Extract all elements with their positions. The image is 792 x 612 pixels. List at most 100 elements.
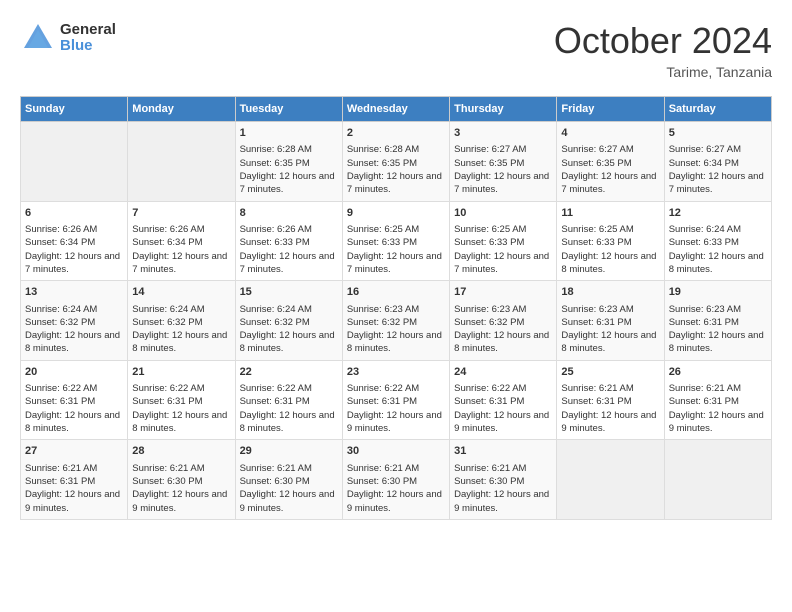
- day-info: Sunset: 6:32 PM: [347, 316, 445, 329]
- day-info: Daylight: 12 hours and 7 minutes.: [561, 170, 659, 197]
- day-info: Daylight: 12 hours and 7 minutes.: [454, 250, 552, 277]
- day-number: 27: [25, 444, 123, 459]
- day-info: Sunset: 6:31 PM: [132, 395, 230, 408]
- day-info: Sunrise: 6:23 AM: [669, 303, 767, 316]
- day-info: Daylight: 12 hours and 9 minutes.: [454, 488, 552, 515]
- day-info: Daylight: 12 hours and 8 minutes.: [25, 409, 123, 436]
- day-info: Daylight: 12 hours and 7 minutes.: [25, 250, 123, 277]
- calendar-cell: 14 Sunrise: 6:24 AMSunset: 6:32 PMDayligh…: [128, 281, 235, 361]
- day-number: 11: [561, 206, 659, 221]
- day-info: Sunset: 6:32 PM: [132, 316, 230, 329]
- day-info: Sunset: 6:31 PM: [454, 395, 552, 408]
- calendar-cell: 1 Sunrise: 6:28 AMSunset: 6:35 PMDaylight…: [235, 122, 342, 202]
- day-info: Daylight: 12 hours and 9 minutes.: [347, 409, 445, 436]
- calendar-cell: 31Sunrise: 6:21 AMSunset: 6:30 PMDayligh…: [450, 440, 557, 520]
- day-number: 20: [25, 365, 123, 380]
- logo-blue: Blue: [60, 38, 116, 55]
- calendar-cell: 10Sunrise: 6:25 AMSunset: 6:33 PMDayligh…: [450, 201, 557, 281]
- day-info: Sunset: 6:34 PM: [132, 236, 230, 249]
- day-info: Daylight: 12 hours and 7 minutes.: [347, 250, 445, 277]
- day-info: Daylight: 12 hours and 9 minutes.: [132, 488, 230, 515]
- title-section: October 2024 Tarime, Tanzania: [554, 20, 772, 80]
- day-number: 14: [132, 285, 230, 300]
- day-info: Sunset: 6:33 PM: [561, 236, 659, 249]
- day-info: Sunrise: 6:27 AM: [561, 143, 659, 156]
- calendar-header-row: SundayMondayTuesdayWednesdayThursdayFrid…: [21, 97, 772, 122]
- day-info: Sunset: 6:35 PM: [454, 157, 552, 170]
- day-info: Sunset: 6:31 PM: [669, 395, 767, 408]
- day-number: 26: [669, 365, 767, 380]
- day-info: Sunrise: 6:22 AM: [347, 382, 445, 395]
- day-info: Sunrise: 6:26 AM: [132, 223, 230, 236]
- day-info: Sunrise: 6:27 AM: [454, 143, 552, 156]
- day-info: Sunset: 6:31 PM: [561, 395, 659, 408]
- calendar-cell: 2Sunrise: 6:28 AMSunset: 6:35 PMDaylight…: [342, 122, 449, 202]
- day-info: Sunrise: 6:24 AM: [240, 303, 338, 316]
- calendar-cell: 21Sunrise: 6:22 AMSunset: 6:31 PMDayligh…: [128, 360, 235, 440]
- day-info: Sunset: 6:32 PM: [25, 316, 123, 329]
- day-number: 4: [561, 126, 659, 141]
- calendar-week-row: 6Sunrise: 6:26 AMSunset: 6:34 PMDaylight…: [21, 201, 772, 281]
- calendar-cell: 5Sunrise: 6:27 AMSunset: 6:34 PMDaylight…: [664, 122, 771, 202]
- calendar-cell: 6Sunrise: 6:26 AMSunset: 6:34 PMDaylight…: [21, 201, 128, 281]
- day-info: Sunset: 6:35 PM: [561, 157, 659, 170]
- day-info: Sunset: 6:30 PM: [132, 475, 230, 488]
- calendar-cell: 27Sunrise: 6:21 AMSunset: 6:31 PMDayligh…: [21, 440, 128, 520]
- day-number: 5: [669, 126, 767, 141]
- day-info: Daylight: 12 hours and 7 minutes.: [240, 170, 338, 197]
- day-number: 2: [347, 126, 445, 141]
- calendar-cell: 22Sunrise: 6:22 AMSunset: 6:31 PMDayligh…: [235, 360, 342, 440]
- day-number: 18: [561, 285, 659, 300]
- day-info: Daylight: 12 hours and 8 minutes.: [132, 409, 230, 436]
- day-info: Sunrise: 6:21 AM: [561, 382, 659, 395]
- calendar-cell: 15Sunrise: 6:24 AMSunset: 6:32 PMDayligh…: [235, 281, 342, 361]
- day-info: Sunrise: 6:25 AM: [454, 223, 552, 236]
- logo-icon: [20, 20, 56, 56]
- calendar-cell: 16Sunrise: 6:23 AMSunset: 6:32 PMDayligh…: [342, 281, 449, 361]
- calendar-cell: [664, 440, 771, 520]
- day-number: 12: [669, 206, 767, 221]
- day-info: Daylight: 12 hours and 8 minutes.: [240, 409, 338, 436]
- calendar-cell: 20Sunrise: 6:22 AMSunset: 6:31 PMDayligh…: [21, 360, 128, 440]
- day-info: Sunset: 6:35 PM: [240, 157, 338, 170]
- day-info: Daylight: 12 hours and 7 minutes.: [240, 250, 338, 277]
- day-number: 6: [25, 206, 123, 221]
- calendar-week-row: 1Sunrise: 6:28 AMSunset: 6:35 PMDaylight…: [21, 122, 772, 202]
- calendar-cell: 19Sunrise: 6:23 AMSunset: 6:31 PMDayligh…: [664, 281, 771, 361]
- day-info: Sunrise: 6:26 AM: [240, 223, 338, 236]
- day-info: Daylight: 12 hours and 8 minutes.: [132, 329, 230, 356]
- calendar-week-row: 20Sunrise: 6:22 AMSunset: 6:31 PMDayligh…: [21, 360, 772, 440]
- calendar-cell: 7Sunrise: 6:26 AMSunset: 6:34 PMDaylight…: [128, 201, 235, 281]
- day-info: Sunrise: 6:24 AM: [132, 303, 230, 316]
- day-number: 8: [240, 206, 338, 221]
- day-info: Sunset: 6:35 PM: [347, 157, 445, 170]
- day-info: Daylight: 12 hours and 9 minutes.: [561, 409, 659, 436]
- day-header-tuesday: Tuesday: [235, 97, 342, 122]
- day-number: 30: [347, 444, 445, 459]
- day-info: Sunset: 6:30 PM: [454, 475, 552, 488]
- calendar-cell: 28Sunrise: 6:21 AMSunset: 6:30 PMDayligh…: [128, 440, 235, 520]
- day-info: Daylight: 12 hours and 8 minutes.: [669, 250, 767, 277]
- day-info: Sunrise: 6:28 AM: [347, 143, 445, 156]
- day-number: 15: [240, 285, 338, 300]
- day-info: Sunrise: 6:23 AM: [347, 303, 445, 316]
- calendar-cell: 12Sunrise: 6:24 AMSunset: 6:33 PMDayligh…: [664, 201, 771, 281]
- day-info: Sunset: 6:34 PM: [669, 157, 767, 170]
- day-info: Daylight: 12 hours and 9 minutes.: [240, 488, 338, 515]
- day-info: Sunrise: 6:28 AM: [240, 143, 338, 156]
- day-info: Daylight: 12 hours and 9 minutes.: [25, 488, 123, 515]
- day-info: Sunset: 6:30 PM: [347, 475, 445, 488]
- day-info: Sunrise: 6:22 AM: [454, 382, 552, 395]
- logo-general: General: [60, 22, 116, 39]
- day-info: Sunset: 6:31 PM: [561, 316, 659, 329]
- day-info: Sunset: 6:31 PM: [25, 475, 123, 488]
- day-info: Sunset: 6:31 PM: [25, 395, 123, 408]
- day-number: 19: [669, 285, 767, 300]
- day-info: Sunset: 6:33 PM: [669, 236, 767, 249]
- day-info: Sunrise: 6:21 AM: [454, 462, 552, 475]
- calendar-cell: 8Sunrise: 6:26 AMSunset: 6:33 PMDaylight…: [235, 201, 342, 281]
- day-info: Daylight: 12 hours and 8 minutes.: [561, 329, 659, 356]
- day-info: Sunset: 6:32 PM: [240, 316, 338, 329]
- day-number: 1: [240, 126, 338, 141]
- day-info: Sunrise: 6:21 AM: [669, 382, 767, 395]
